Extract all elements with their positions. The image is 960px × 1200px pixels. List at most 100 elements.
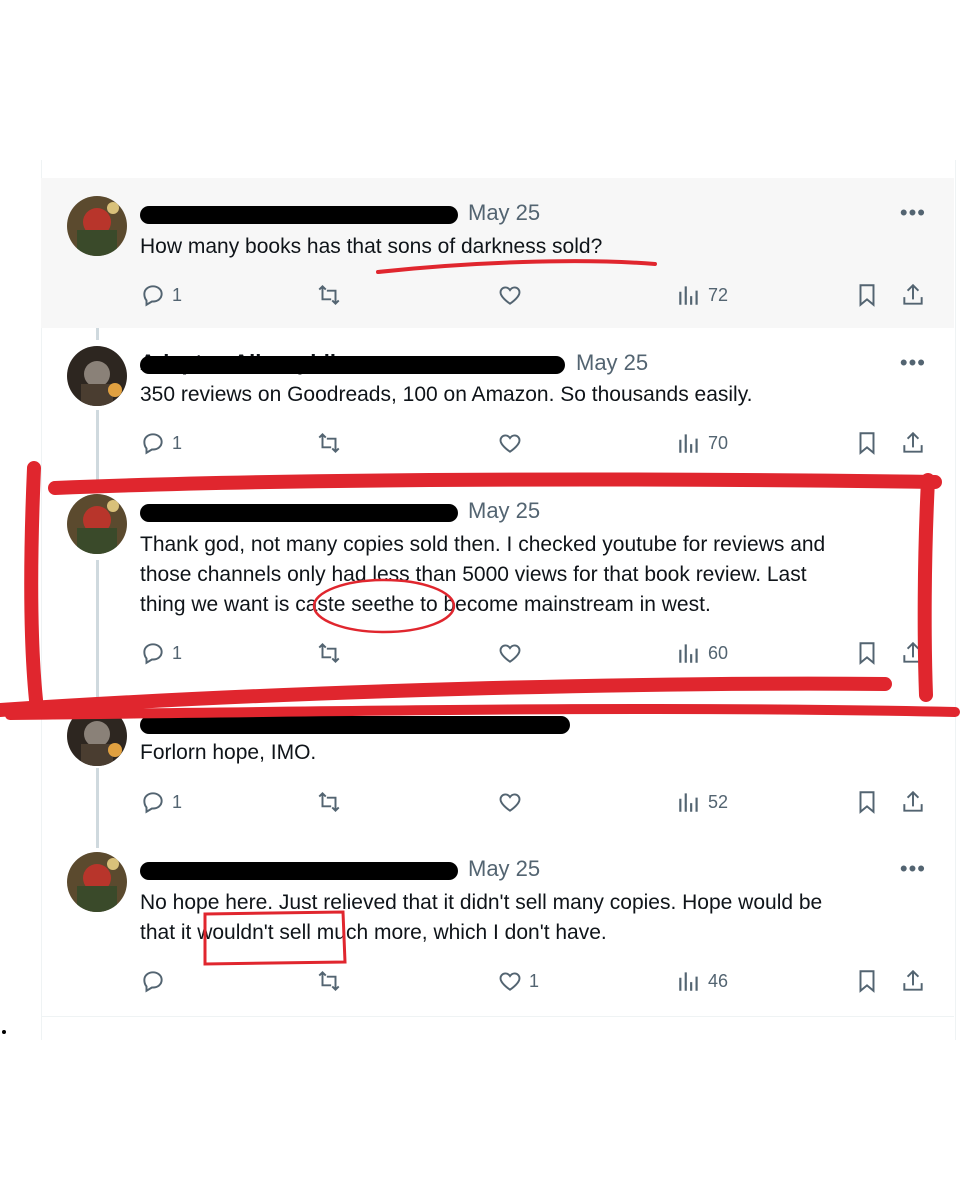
avatar[interactable] xyxy=(67,852,127,912)
tweet-text: No hope here. Just relieved that it didn… xyxy=(140,888,940,948)
like-icon xyxy=(499,793,521,812)
retweet-icon xyxy=(318,432,340,454)
retweet-button[interactable] xyxy=(316,426,342,460)
redaction-mark xyxy=(140,716,570,734)
views-button[interactable]: 60 xyxy=(676,636,728,670)
tweet[interactable]: May 25 ••• No hope here. Just relieved t… xyxy=(41,838,954,1017)
views-button[interactable]: 70 xyxy=(676,426,728,460)
bookmark-button[interactable] xyxy=(854,278,880,312)
reply-count: 1 xyxy=(172,284,183,305)
retweet-icon xyxy=(318,970,340,992)
redaction-mark xyxy=(140,206,458,224)
share-button[interactable] xyxy=(900,636,926,670)
tweet-header xyxy=(140,710,840,738)
reply-button[interactable] xyxy=(140,964,166,998)
redaction-mark xyxy=(140,504,458,522)
retweet-button[interactable] xyxy=(316,785,342,819)
avatar[interactable] xyxy=(67,494,127,554)
bookmark-icon xyxy=(859,284,875,307)
retweet-icon xyxy=(318,284,340,306)
tweet-actions: 1 46 xyxy=(140,964,940,998)
like-button[interactable] xyxy=(497,278,523,312)
reply-count: 1 xyxy=(172,791,183,812)
retweet-button[interactable] xyxy=(316,636,342,670)
bookmark-icon xyxy=(859,432,875,455)
bookmark-button[interactable] xyxy=(854,636,880,670)
like-icon xyxy=(499,434,521,453)
reply-icon xyxy=(143,643,163,665)
views-icon xyxy=(679,286,698,305)
like-icon xyxy=(499,644,521,663)
like-button[interactable] xyxy=(497,785,523,819)
bookmark-icon xyxy=(859,970,875,993)
share-icon xyxy=(903,641,923,663)
like-icon xyxy=(499,286,521,305)
bookmark-button[interactable] xyxy=(854,426,880,460)
tweet-date[interactable]: May 25 xyxy=(576,350,648,376)
tweet[interactable]: May 25 ••• How many books has that sons … xyxy=(41,178,954,328)
tweet-text: How many books has that sons of darkness… xyxy=(140,235,603,258)
views-icon xyxy=(679,793,698,812)
reply-icon xyxy=(143,971,163,993)
share-icon xyxy=(903,431,923,453)
retweet-icon xyxy=(318,791,340,813)
bookmark-icon xyxy=(859,791,875,814)
tweet-text-line: Thank god, not many copies sold then. I … xyxy=(140,533,826,556)
reply-icon xyxy=(143,792,163,814)
retweet-button[interactable] xyxy=(316,964,342,998)
view-count: 52 xyxy=(708,791,729,812)
tweet-header: May 25 xyxy=(140,498,840,526)
views-button[interactable]: 52 xyxy=(676,785,728,819)
tweet-date[interactable]: May 25 xyxy=(468,200,540,226)
redaction-mark xyxy=(140,862,458,880)
avatar[interactable] xyxy=(67,706,127,766)
reply-button[interactable]: 1 xyxy=(140,785,182,819)
share-button[interactable] xyxy=(900,964,926,998)
views-button[interactable]: 72 xyxy=(676,278,728,312)
bookmark-button[interactable] xyxy=(854,964,880,998)
avatar[interactable] xyxy=(67,196,127,256)
views-icon xyxy=(679,644,698,663)
views-icon xyxy=(679,972,698,991)
tweet-actions: 1 52 xyxy=(140,785,940,819)
tweet-text: 350 reviews on Goodreads, 100 on Amazon.… xyxy=(140,383,753,406)
share-button[interactable] xyxy=(900,785,926,819)
tweet[interactable]: Forlorn hope, IMO. 1 52 xyxy=(41,688,954,838)
bookmark-button[interactable] xyxy=(854,785,880,819)
more-options-icon[interactable]: ••• xyxy=(900,350,926,376)
views-button[interactable]: 46 xyxy=(676,964,728,998)
tweet[interactable]: May 25 Thank god, not many copies sold t… xyxy=(41,478,954,688)
reply-icon xyxy=(143,285,163,307)
reply-button[interactable]: 1 xyxy=(140,278,182,312)
tweet-text-line: No hope here. Just relieved that it didn… xyxy=(140,891,823,914)
tweet-date[interactable]: May 25 xyxy=(468,498,540,524)
bookmark-icon xyxy=(859,642,875,665)
tweet-text: Forlorn hope, IMO. xyxy=(140,741,317,764)
redaction-mark xyxy=(140,356,565,374)
avatar[interactable] xyxy=(67,346,127,406)
tweet-text-line: thing we want is caste seethe to become … xyxy=(140,593,711,616)
tweet-date[interactable]: May 25 xyxy=(468,856,540,882)
tweet-actions: 1 72 xyxy=(140,278,940,312)
annotation-box-left xyxy=(24,461,43,707)
like-button[interactable] xyxy=(497,636,523,670)
tweet-header: May 25 xyxy=(140,200,840,228)
view-count: 72 xyxy=(708,284,729,305)
like-button[interactable]: 1 xyxy=(497,964,539,998)
reply-button[interactable]: 1 xyxy=(140,426,182,460)
reply-button[interactable]: 1 xyxy=(140,636,182,670)
like-button[interactable] xyxy=(497,426,523,460)
retweet-button[interactable] xyxy=(316,278,342,312)
share-button[interactable] xyxy=(900,278,926,312)
tweet-text-line: those channels only had less than 5000 v… xyxy=(140,563,807,586)
more-options-icon[interactable]: ••• xyxy=(900,856,926,882)
view-count: 70 xyxy=(708,432,729,453)
tweet[interactable]: Adeptus Ailurophile May 25 ••• 350 revie… xyxy=(41,328,954,478)
share-button[interactable] xyxy=(900,426,926,460)
tweet-header: May 25 xyxy=(140,856,840,884)
reply-icon xyxy=(143,433,163,455)
tweet-actions: 1 70 xyxy=(140,426,940,460)
stray-dot xyxy=(2,1030,6,1034)
tweet-header: Adeptus Ailurophile May 25 xyxy=(140,350,840,378)
more-options-icon[interactable]: ••• xyxy=(900,200,926,226)
